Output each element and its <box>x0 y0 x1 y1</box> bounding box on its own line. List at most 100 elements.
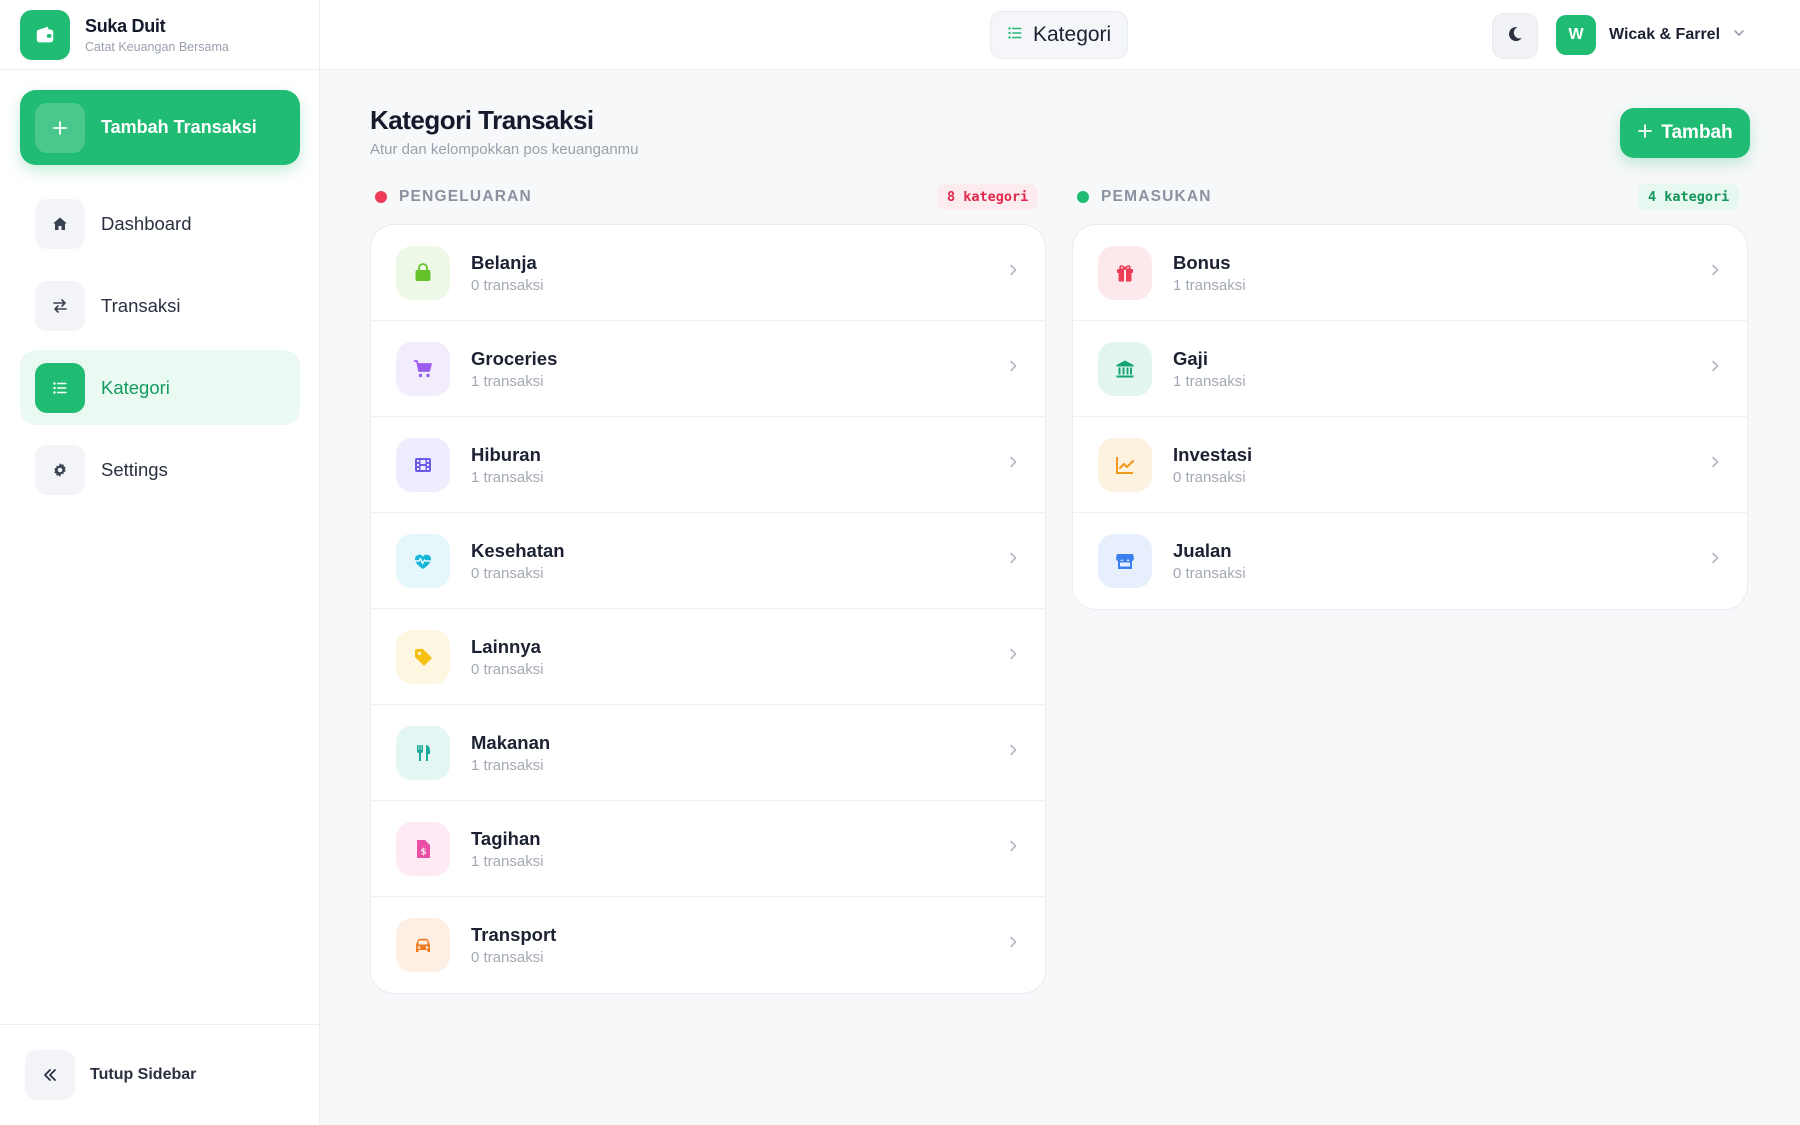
double-chevron-left-icon <box>25 1050 75 1100</box>
add-transaction-button[interactable]: Tambah Transaksi <box>20 90 300 165</box>
brand: Suka Duit Catat Keuangan Bersama <box>0 0 319 70</box>
category-name: Jualan <box>1173 540 1232 561</box>
category-transaction-count: 0 transaksi <box>1173 565 1246 582</box>
category-row[interactable]: Kesehatan 0 transaksi <box>371 513 1045 609</box>
chevron-right-icon <box>1006 743 1020 762</box>
topbar: Kategori W Wicak & Farrel <box>320 0 1800 70</box>
page-subtitle: Atur dan kelompokkan pos keuanganmu <box>370 141 639 158</box>
category-transaction-count: 1 transaksi <box>471 852 544 870</box>
sidebar-item-kategori[interactable]: Kategori <box>20 350 300 425</box>
chevron-right-icon <box>1708 359 1722 378</box>
heartbeat-icon <box>396 533 450 588</box>
collapse-sidebar-label: Tutup Sidebar <box>90 1066 197 1083</box>
current-page-label: Kategori <box>1033 23 1112 46</box>
sidebar-item-label: Dashboard <box>101 212 192 234</box>
category-name: Bonus <box>1173 251 1231 273</box>
sidebar-item-dashboard[interactable]: Dashboard <box>20 186 300 261</box>
category-transaction-count: 0 transaksi <box>471 276 544 294</box>
category-name: Lainnya <box>471 635 541 657</box>
svg-text:$: $ <box>420 847 426 857</box>
sidebar-item-label: Kategori <box>101 376 170 398</box>
category-row[interactable]: Gaji 1 transaksi <box>1073 321 1747 417</box>
category-row[interactable]: Investasi 0 transaksi <box>1073 417 1747 513</box>
avatar: W <box>1556 15 1596 55</box>
moon-icon <box>1506 25 1524 48</box>
list-icon <box>1007 25 1023 46</box>
sidebar-item-transaksi[interactable]: Transaksi <box>20 268 300 343</box>
income-dot <box>1077 191 1089 203</box>
shopping-bag-icon <box>396 245 450 300</box>
income-count-badge: 4 kategori <box>1638 184 1740 210</box>
category-transaction-count: 0 transaksi <box>471 660 544 678</box>
sidebar-item-label: Transaksi <box>101 294 181 316</box>
income-section-header: PEMASUKAN <box>1077 184 1212 210</box>
category-transaction-count: 1 transaksi <box>471 756 544 774</box>
category-row[interactable]: Groceries 1 transaksi <box>371 321 1045 417</box>
expense-section-label: PENGELUARAN <box>399 188 532 205</box>
category-row[interactable]: $ Tagihan 1 transaksi <box>371 801 1045 897</box>
category-row[interactable]: Bonus 1 transaksi <box>1073 225 1747 321</box>
current-page-chip: Kategori <box>990 11 1129 59</box>
expense-category-list: Belanja 0 transaksi Groceries 1 transaksi Hi… <box>370 224 1046 994</box>
swap-icon <box>35 280 85 331</box>
category-transaction-count: 1 transaksi <box>471 468 544 486</box>
list-icon <box>35 362 85 413</box>
expense-section-header: PENGELUARAN <box>375 184 532 210</box>
chevron-right-icon <box>1006 263 1020 282</box>
chevron-right-icon <box>1006 647 1020 666</box>
category-transaction-count: 0 transaksi <box>1173 468 1246 486</box>
wallet-icon <box>20 9 70 60</box>
category-name: Makanan <box>471 731 551 753</box>
category-row[interactable]: Jualan 0 transaksi <box>1073 513 1747 609</box>
plus-icon <box>35 102 85 153</box>
chevron-right-icon <box>1006 551 1020 570</box>
bank-icon <box>1098 341 1152 396</box>
chart-line-icon <box>1098 437 1152 492</box>
utensils-icon <box>396 725 450 780</box>
income-category-list: Bonus 1 transaksi Gaji 1 transaksi Investasi… <box>1072 224 1748 610</box>
category-row[interactable]: Makanan 1 transaksi <box>371 705 1045 801</box>
category-transaction-count: 1 transaksi <box>1173 276 1246 294</box>
sidebar: Suka Duit Catat Keuangan Bersama Tambah … <box>0 0 320 1125</box>
category-name: Groceries <box>471 347 558 369</box>
category-transaction-count: 1 transaksi <box>471 372 544 390</box>
category-name: Kesehatan <box>471 539 565 561</box>
category-row[interactable]: Hiburan 1 transaksi <box>371 417 1045 513</box>
chevron-right-icon <box>1006 839 1020 858</box>
chevron-right-icon <box>1006 455 1020 474</box>
category-name: Tagihan <box>471 827 541 849</box>
chevron-right-icon <box>1006 359 1020 378</box>
category-row[interactable]: Belanja 0 transaksi <box>371 225 1045 321</box>
sidebar-item-settings[interactable]: Settings <box>20 432 300 507</box>
category-name: Investasi <box>1173 443 1253 465</box>
chevron-down-icon <box>1732 26 1746 45</box>
category-name: Transport <box>471 924 557 945</box>
brand-name: Suka Duit <box>85 15 166 36</box>
store-icon <box>1098 534 1152 588</box>
theme-toggle-button[interactable] <box>1492 13 1538 59</box>
expense-dot <box>375 191 387 203</box>
category-transaction-count: 0 transaksi <box>471 564 544 582</box>
user-name: Wicak & Farrel <box>1609 26 1721 43</box>
add-category-button[interactable]: Tambah <box>1620 108 1750 158</box>
brand-tagline: Catat Keuangan Bersama <box>85 39 229 54</box>
chevron-right-icon <box>1708 551 1722 570</box>
add-transaction-label: Tambah Transaksi <box>101 117 257 137</box>
category-name: Gaji <box>1173 347 1208 369</box>
home-icon <box>35 198 85 249</box>
invoice-icon: $ <box>396 821 450 876</box>
category-name: Hiburan <box>471 443 541 465</box>
add-category-label: Tambah <box>1661 122 1733 143</box>
cart-icon <box>396 341 450 396</box>
gift-icon <box>1098 245 1152 300</box>
tag-icon <box>396 629 450 684</box>
film-icon <box>396 437 450 492</box>
category-row[interactable]: Lainnya 0 transaksi <box>371 609 1045 705</box>
sidebar-item-label: Settings <box>101 458 168 480</box>
category-row[interactable]: Transport 0 transaksi <box>371 897 1045 993</box>
user-menu[interactable]: W Wicak & Farrel <box>1556 15 1746 55</box>
expense-count-badge: 8 kategori <box>937 184 1039 210</box>
income-section-label: PEMASUKAN <box>1101 188 1212 205</box>
plus-icon <box>1637 123 1653 144</box>
collapse-sidebar-button[interactable]: Tutup Sidebar <box>0 1024 320 1125</box>
